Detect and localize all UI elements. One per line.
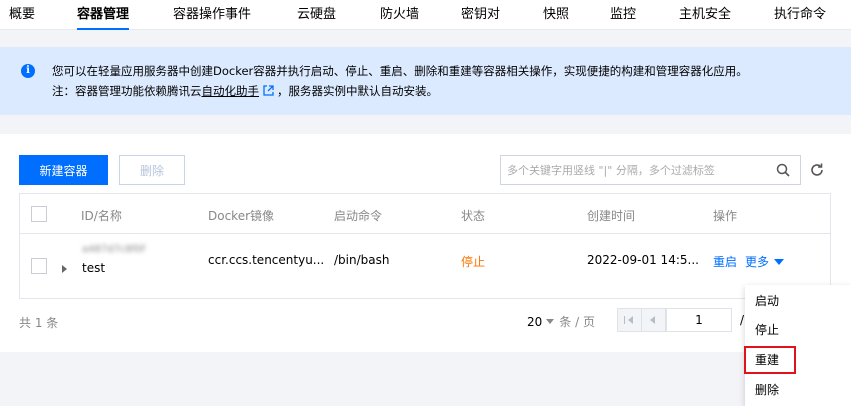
prev-page-icon: [650, 316, 655, 324]
table-header: ID/名称 Docker镜像 启动命令 状态 创建时间 操作: [20, 194, 830, 234]
container-name: test: [82, 261, 106, 275]
search-box: [500, 155, 801, 185]
page-size-value: 20: [527, 315, 543, 329]
status-badge: 停止: [461, 255, 486, 269]
info-icon: i: [21, 64, 35, 78]
page-size-chevron-icon: [546, 319, 555, 324]
header-actions: 操作: [713, 209, 738, 223]
banner-line-2: 注：容器管理功能依赖腾讯云自动化助手 ，服务器实例中默认自动安装。: [52, 83, 438, 99]
external-link-icon[interactable]: [263, 85, 274, 96]
tab-cloud-disk[interactable]: 云硬盘: [297, 0, 336, 30]
tab-host-security[interactable]: 主机安全: [679, 0, 731, 30]
row-checkbox[interactable]: [31, 258, 47, 274]
info-banner: i 您可以在轻量应用服务器中创建Docker容器并执行启动、停止、重启、删除和重…: [0, 47, 851, 115]
chevron-down-icon: [774, 259, 785, 265]
container-panel: 新建容器 删除 ID/名称 Docker镜像 启动命令 状态 创建时间 操作 a…: [0, 134, 851, 352]
expand-row-icon[interactable]: [62, 265, 67, 273]
tab-firewall[interactable]: 防火墙: [380, 0, 419, 30]
tab-container-management[interactable]: 容器管理: [77, 0, 130, 30]
search-icon[interactable]: [776, 163, 790, 177]
page-separator: /: [740, 313, 745, 327]
page-size-unit: 条 / 页: [559, 315, 595, 329]
header-status: 状态: [461, 209, 486, 223]
refresh-icon[interactable]: [809, 162, 825, 178]
menu-item-stop[interactable]: 停止: [745, 316, 851, 344]
banner-line-1: 您可以在轻量应用服务器中创建Docker容器并执行启动、停止、重启、删除和重建等…: [52, 64, 748, 78]
menu-item-delete[interactable]: 删除: [745, 376, 851, 404]
menu-item-start[interactable]: 启动: [745, 287, 851, 315]
page-size-select[interactable]: 20 条 / 页: [527, 313, 595, 330]
tab-monitoring[interactable]: 监控: [610, 0, 636, 30]
table-row: a487d7c8f0f test ccr.ccs.tencentyu... /b…: [20, 235, 830, 299]
banner-note-prefix: 注：容器管理功能依赖腾讯云: [52, 84, 202, 98]
tab-overview[interactable]: 概要: [9, 0, 35, 30]
header-id-name: ID/名称: [81, 209, 122, 223]
prev-page-button[interactable]: [641, 308, 666, 332]
created-time: 2022-09-01 14:5...: [587, 253, 699, 267]
header-start-command: 启动命令: [334, 209, 383, 223]
tab-key-pair[interactable]: 密钥对: [461, 0, 500, 30]
more-dropdown-button[interactable]: 更多: [745, 253, 785, 270]
header-created-time: 创建时间: [587, 209, 636, 223]
first-page-bar-icon: [624, 316, 625, 324]
search-input[interactable]: [501, 156, 766, 184]
container-table: ID/名称 Docker镜像 启动命令 状态 创建时间 操作 a487d7c8f…: [19, 193, 831, 299]
header-docker-image: Docker镜像: [208, 209, 275, 223]
container-id: a487d7c8f0f: [82, 244, 146, 255]
new-container-button[interactable]: 新建容器: [19, 155, 108, 185]
restart-link[interactable]: 重启: [713, 253, 737, 270]
tab-container-events[interactable]: 容器操作事件: [173, 0, 251, 30]
automation-assistant-link[interactable]: 自动化助手: [202, 84, 260, 98]
delete-button[interactable]: 删除: [119, 155, 185, 185]
banner-note-suffix: ，服务器实例中默认自动安装。: [277, 84, 438, 98]
tab-snapshot[interactable]: 快照: [543, 0, 569, 30]
select-all-checkbox[interactable]: [31, 206, 47, 222]
total-count: 共 1 条: [19, 316, 59, 330]
first-page-icon: [628, 316, 633, 324]
tab-bar: 概要 容器管理 容器操作事件 云硬盘 防火墙 密钥对 快照 监控 主机安全 执行…: [0, 0, 851, 30]
page-number-input[interactable]: [666, 308, 732, 332]
rebuild-highlight-box: [744, 346, 796, 374]
first-page-button[interactable]: [617, 308, 642, 332]
tab-execute-command[interactable]: 执行命令: [774, 0, 826, 30]
start-command: /bin/bash: [334, 253, 390, 267]
docker-image: ccr.ccs.tencentyu...: [208, 253, 325, 267]
more-label: 更多: [745, 255, 770, 269]
